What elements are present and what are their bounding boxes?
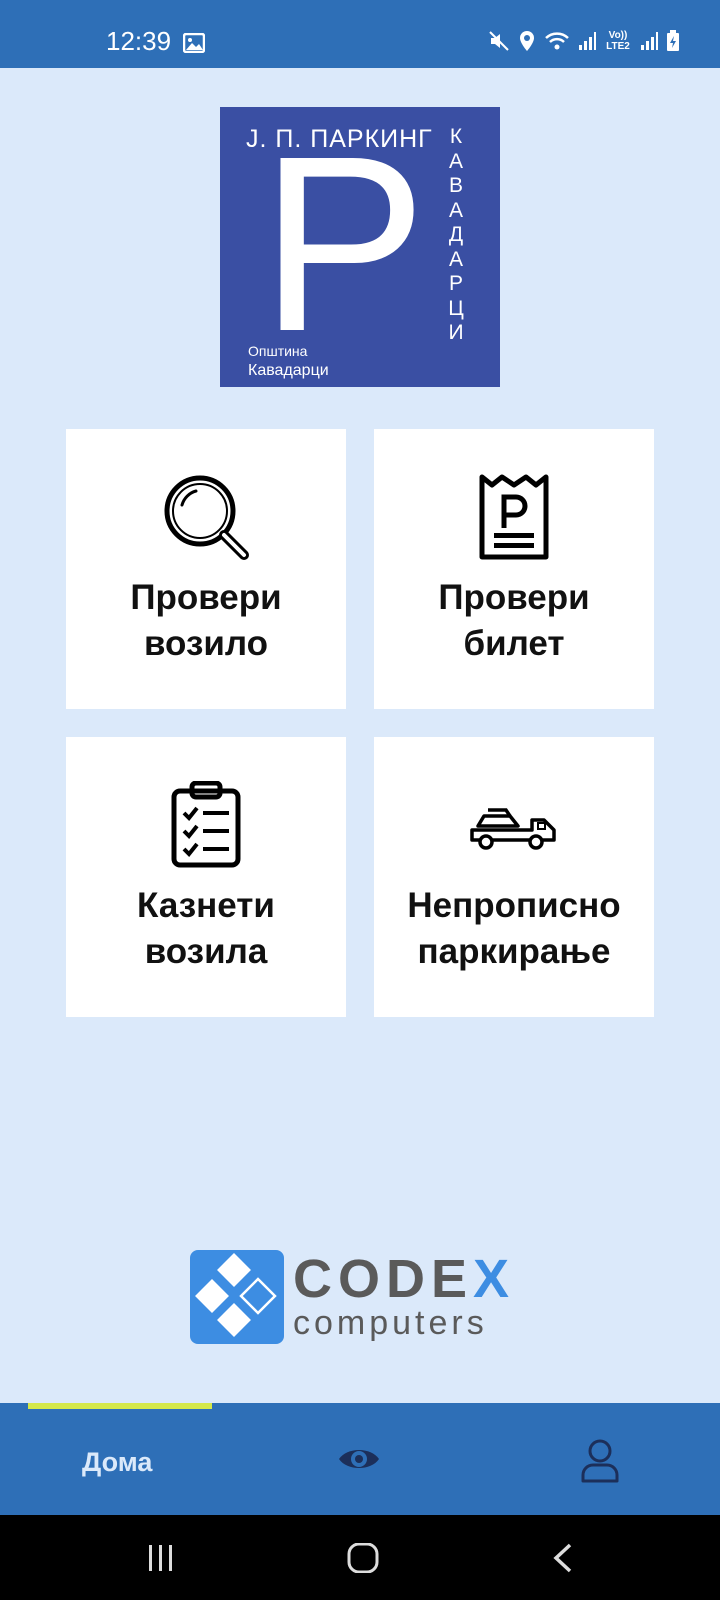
wifi-icon	[545, 32, 569, 50]
logo-p-letter: P	[260, 104, 427, 383]
logo-vertical-letter: Д	[448, 223, 464, 246]
logo-vertical-letter: И	[448, 321, 464, 344]
network-type-label: Vo)) LTE2	[606, 30, 630, 52]
tile-label-line: билет	[463, 624, 565, 663]
magnifier-icon	[164, 475, 249, 560]
battery-icon	[667, 30, 679, 51]
illegal-parking-tile[interactable]: Непрописно паркирање	[374, 737, 654, 1017]
tile-label-line: Казнети	[137, 886, 275, 925]
tile-label: Казнети возила	[66, 883, 346, 975]
status-time: 12:39	[106, 26, 172, 56]
tow-truck-icon	[470, 808, 556, 850]
nav-home-tab[interactable]: Дома	[82, 1447, 152, 1478]
codex-word-accent: X	[473, 1249, 516, 1309]
logo-municipality-label: Општина	[248, 343, 308, 359]
fined-vehicles-tile[interactable]: Казнети возила	[66, 737, 346, 1017]
tile-label-line: паркирање	[417, 932, 611, 971]
tile-label-line: возило	[143, 624, 269, 663]
logo-vertical-letter: А	[448, 198, 463, 222]
logo-vertical-letter: Ц	[448, 296, 464, 320]
tile-label: Непрописно паркирање	[374, 883, 654, 975]
tile-label-line: возила	[144, 932, 268, 971]
parking-ticket-icon	[479, 474, 549, 560]
back-icon[interactable]	[552, 1543, 574, 1573]
signal-icon-1	[579, 32, 596, 50]
mute-icon	[489, 31, 509, 51]
location-icon	[520, 31, 534, 51]
user-icon[interactable]	[580, 1439, 620, 1483]
computers-word: computers	[293, 1304, 488, 1342]
logo-municipality-name: Кавадарци	[248, 362, 329, 379]
status-icons: Vo)) LTE2	[488, 30, 680, 52]
check-vehicle-tile[interactable]: Провери возило	[66, 429, 346, 709]
logo-vertical-letter: К	[449, 125, 463, 148]
parking-logo: Ј. П. ПАРКИНГ P К А В А Д А Р Ц И Општин…	[220, 107, 500, 387]
gallery-notification-icon	[183, 33, 205, 53]
logo-vertical-letter: А	[448, 247, 463, 271]
active-tab-indicator	[28, 1403, 212, 1409]
tile-label: Провери билет	[374, 575, 654, 667]
tile-label-line: Провери	[130, 578, 282, 617]
codex-word: CODE	[293, 1249, 474, 1309]
status-bar: 12:39 Vo)) LTE2	[0, 0, 720, 68]
logo-vertical-city: К А В А Д А Р Ц И	[446, 125, 466, 346]
logo-vertical-letter: Р	[448, 272, 463, 295]
check-ticket-tile[interactable]: Провери билет	[374, 429, 654, 709]
tile-label-line: Провери	[438, 578, 590, 617]
logo-vertical-letter: А	[448, 149, 463, 173]
clipboard-checklist-icon	[171, 781, 241, 868]
tile-label-line: Непрописно	[407, 886, 621, 925]
codex-diamond-logo-icon	[190, 1250, 284, 1344]
home-button-icon[interactable]	[347, 1543, 379, 1573]
tile-label: Провери возило	[66, 575, 346, 667]
bottom-navigation: Дома	[0, 1403, 720, 1515]
eye-icon[interactable]	[337, 1445, 381, 1473]
signal-icon-2	[641, 32, 658, 50]
system-navigation-bar	[0, 1515, 720, 1600]
codex-computers-logo: CODEX computers	[190, 1250, 530, 1344]
logo-vertical-letter: В	[448, 174, 463, 197]
recent-apps-icon[interactable]	[146, 1543, 176, 1573]
